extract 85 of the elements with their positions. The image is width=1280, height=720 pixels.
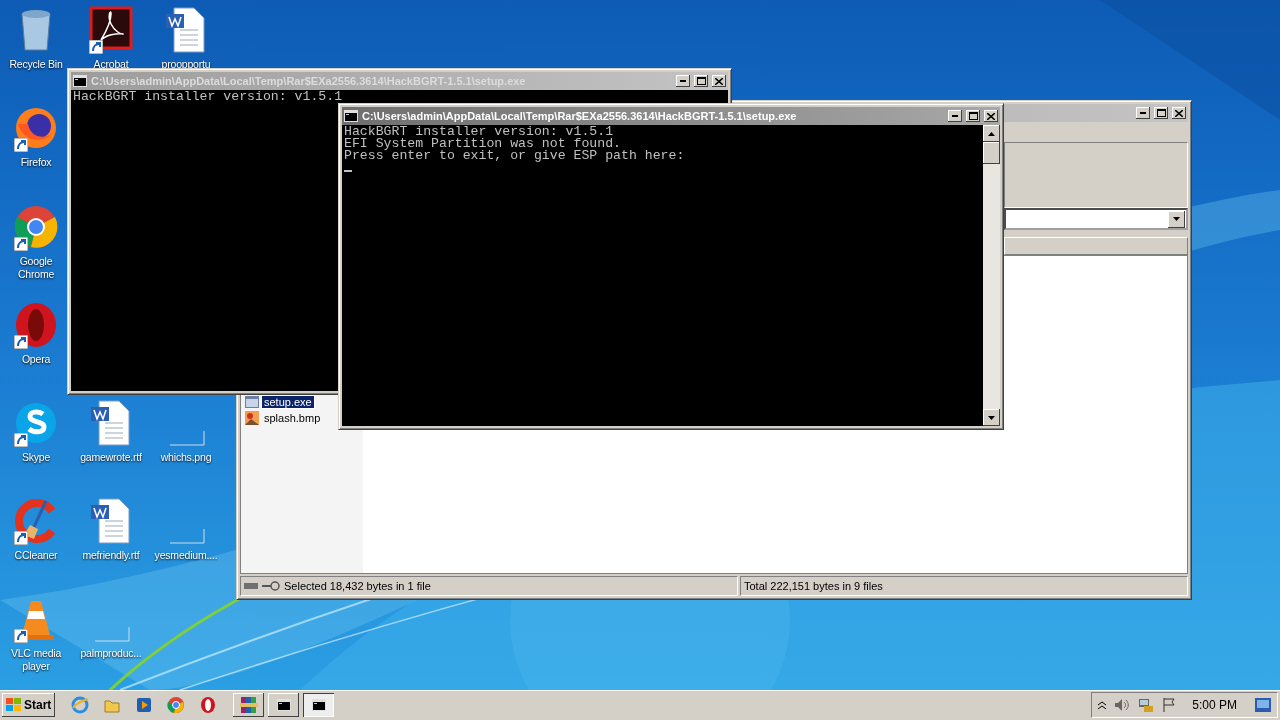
media-player-icon[interactable] (135, 696, 154, 714)
shortcut-arrow-icon (14, 335, 28, 349)
books-icon (239, 697, 258, 713)
console-line: Press enter to exit, or give ESP path here: (344, 150, 685, 162)
start-button[interactable]: Start (2, 693, 56, 717)
network-icon[interactable] (1138, 698, 1155, 712)
desktop-icon-label[interactable]: Opera (21, 353, 51, 366)
maximize-icon (696, 77, 706, 85)
console-icon (73, 75, 87, 87)
desktop-icon-label[interactable]: Firefox (20, 156, 52, 169)
taskbar-button[interactable] (233, 693, 265, 717)
console-line: EFI System Partition was not found. (344, 138, 621, 150)
minimize-icon (1140, 112, 1146, 114)
minimize-button[interactable] (948, 110, 962, 122)
desktop-icon-label[interactable]: gamewrote.rtf (80, 451, 142, 464)
scroll-thumb[interactable] (983, 142, 1000, 164)
shortcut-arrow-icon (14, 138, 28, 152)
console-line: HackBGRT installer version: v1.5.1 (344, 126, 614, 138)
maximize-button[interactable] (966, 110, 980, 122)
status-text: Selected 18,432 bytes in 1 file (284, 580, 431, 592)
desktop-icon-label[interactable]: Acrobat (93, 58, 129, 71)
minimize-button[interactable] (1136, 107, 1150, 119)
taskbar-button[interactable] (268, 693, 300, 717)
shortcut-arrow-icon (14, 531, 28, 545)
console-icon (276, 699, 291, 711)
desktop-icon-label[interactable]: Google Chrome (1, 255, 71, 281)
console-icon (344, 110, 358, 122)
status-text: Total 222,151 bytes in 9 files (744, 580, 883, 592)
desktop-icon-label[interactable]: palmproduc... (80, 647, 142, 660)
maximize-button[interactable] (694, 75, 708, 87)
close-icon (987, 112, 995, 120)
desktop-icon-label[interactable]: VLC media player (1, 647, 71, 673)
program-file-icon (245, 396, 259, 408)
chrome-icon (12, 203, 60, 251)
close-button[interactable] (712, 75, 726, 87)
speaker-icon[interactable] (1114, 698, 1131, 712)
close-button[interactable] (984, 110, 998, 122)
maximize-button[interactable] (1154, 107, 1168, 119)
chrome-icon[interactable] (167, 696, 186, 714)
desktop-icon-label[interactable]: proopportu (161, 58, 211, 71)
taskbar-button[interactable] (303, 693, 335, 717)
flag-icon[interactable] (1162, 698, 1177, 712)
close-icon (1175, 109, 1183, 117)
drive-icon (244, 583, 258, 589)
opera-icon[interactable] (199, 696, 218, 714)
show-desktop-icon[interactable] (1255, 698, 1271, 712)
scroll-down-button[interactable] (983, 409, 1000, 426)
blank-file-icon (169, 430, 205, 446)
key-icon (262, 581, 280, 591)
windows-logo-icon (6, 698, 22, 712)
console-line: HackBGRT installer version: v1.5.1 (73, 91, 343, 103)
scroll-up-icon (988, 131, 995, 136)
shortcut-arrow-icon (14, 433, 28, 447)
desktop-icon-label[interactable]: Recycle Bin (9, 58, 63, 71)
scroll-down-icon (988, 415, 995, 420)
maximize-icon (968, 112, 978, 120)
close-button[interactable] (1172, 107, 1186, 119)
shortcut-arrow-icon (14, 237, 28, 251)
desktop-icon-label[interactable]: Skype (21, 451, 51, 464)
clock[interactable]: 5:00 PM (1192, 698, 1237, 712)
shortcut-arrow-icon (14, 629, 28, 643)
console-icon (311, 699, 326, 711)
dropdown-button[interactable] (1168, 210, 1185, 228)
scroll-down-icon (1173, 217, 1180, 221)
desktop-icon-label[interactable]: yesmedium.... (154, 549, 218, 562)
image-file-icon (245, 411, 259, 425)
chevron-up-icon[interactable] (1098, 701, 1107, 709)
window-title: C:\Users\admin\AppData\Local\Temp\Rar$EXa2556.3614\HackBGRT-1.5.1\setup.exe (362, 110, 798, 122)
file-name[interactable]: splash.bmp (262, 412, 323, 424)
minimize-button[interactable] (676, 75, 690, 87)
minimize-icon (952, 115, 958, 117)
desktop-icon-label[interactable]: mefriendly.rtf (82, 549, 140, 562)
minimize-icon (680, 80, 686, 82)
file-name[interactable]: setup.exe (262, 396, 314, 408)
blank-file-icon (169, 528, 205, 544)
window-title: C:\Users\admin\AppData\Local\Temp\Rar$EXa2556.3614\HackBGRT-1.5.1\setup.exe (91, 75, 527, 87)
scroll-up-button[interactable] (983, 125, 1000, 142)
desktop-icon-label[interactable]: whichs.png (160, 451, 212, 464)
desktop-icon-label[interactable]: CCleaner (14, 549, 58, 562)
scrollbar[interactable] (983, 125, 1000, 426)
close-icon (715, 77, 723, 85)
maximize-icon (1156, 109, 1166, 117)
shortcut-arrow-icon (89, 40, 103, 54)
blank-file-icon (94, 626, 130, 642)
path-combobox[interactable] (1004, 208, 1188, 230)
